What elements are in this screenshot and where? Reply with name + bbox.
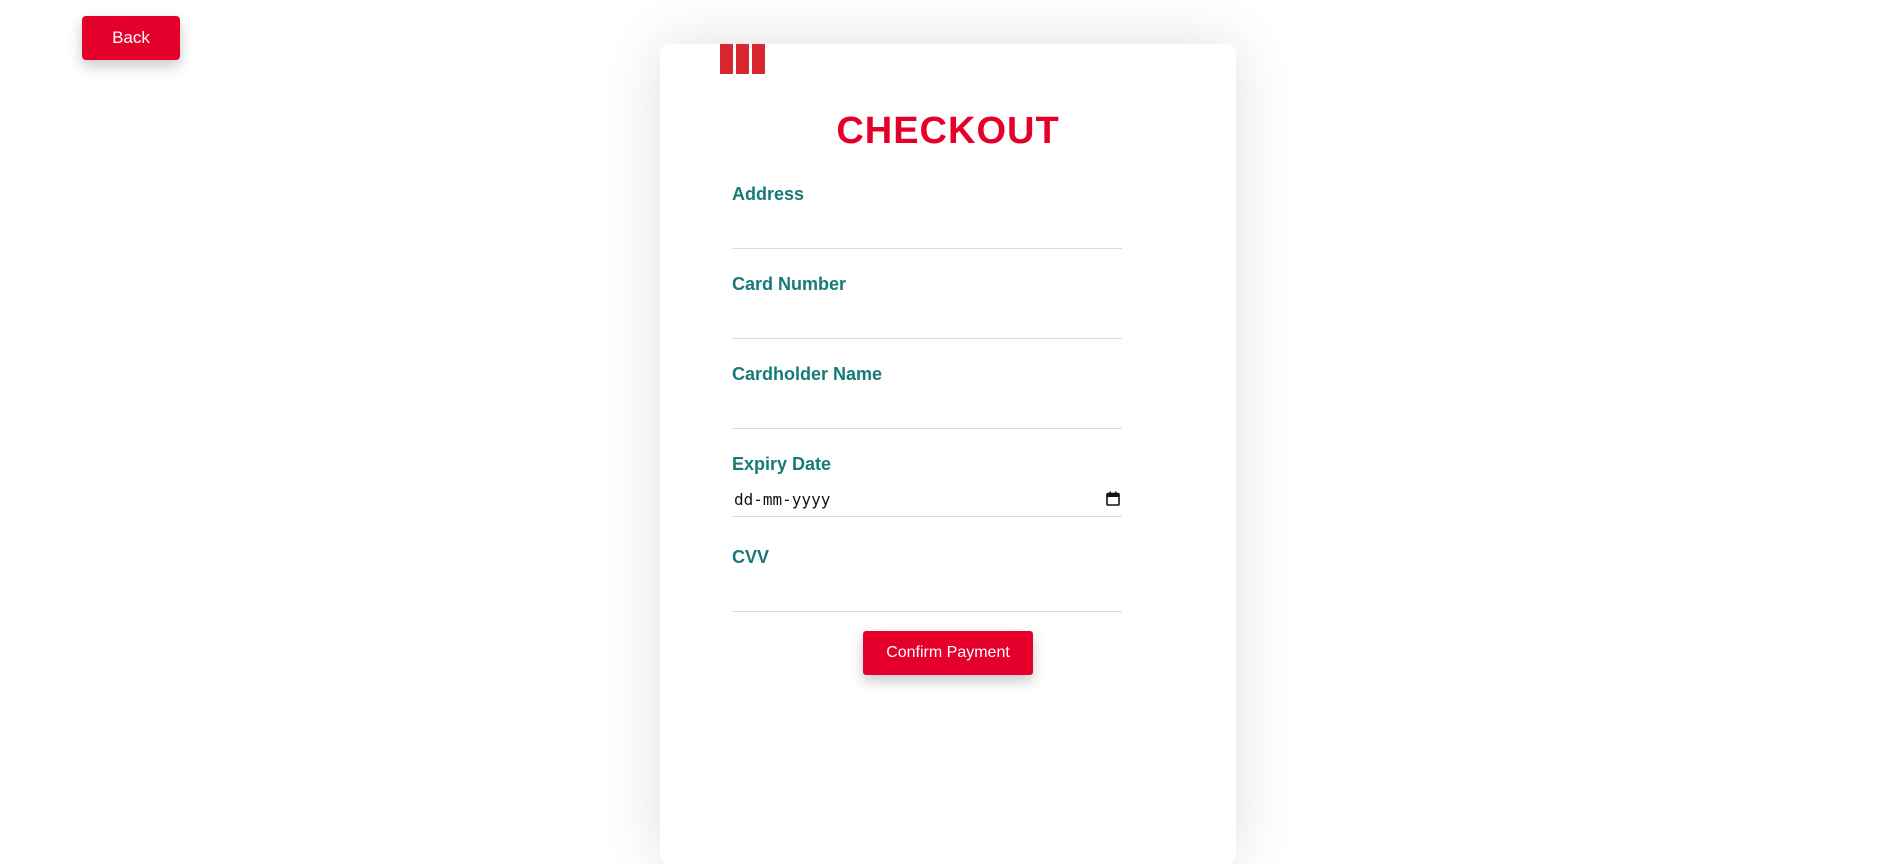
checkout-card: CHECKOUT Address Card Number Cardholder … [660, 44, 1236, 864]
cardholder-name-field-group: Cardholder Name [732, 364, 1122, 429]
page-title: CHECKOUT [836, 110, 1060, 152]
address-input[interactable] [732, 219, 1122, 249]
confirm-payment-button[interactable]: Confirm Payment [863, 631, 1033, 675]
cvv-field-group: CVV [732, 547, 1122, 612]
expiry-date-input[interactable]: dd-mm-yyyy [732, 485, 1122, 517]
address-field-group: Address [732, 184, 1122, 249]
expiry-date-field-group: Expiry Date dd-mm-yyyy [732, 454, 1122, 517]
cvv-label: CVV [732, 547, 770, 567]
logo-stripe [736, 44, 749, 74]
expiry-date-placeholder: dd-mm-yyyy [734, 490, 831, 509]
calendar-icon[interactable] [1106, 491, 1120, 506]
card-number-field-group: Card Number [732, 274, 1122, 339]
cardholder-name-input[interactable] [732, 399, 1122, 429]
expiry-date-label: Expiry Date [732, 454, 832, 474]
card-number-label: Card Number [732, 274, 847, 294]
cvv-input[interactable] [732, 582, 1122, 612]
kfc-stripes-logo [720, 44, 765, 74]
cardholder-name-label: Cardholder Name [732, 364, 883, 384]
logo-stripe [720, 44, 733, 74]
address-label: Address [732, 184, 805, 204]
logo-stripe [752, 44, 765, 74]
back-button[interactable]: Back [82, 16, 180, 60]
card-number-input[interactable] [732, 309, 1122, 339]
